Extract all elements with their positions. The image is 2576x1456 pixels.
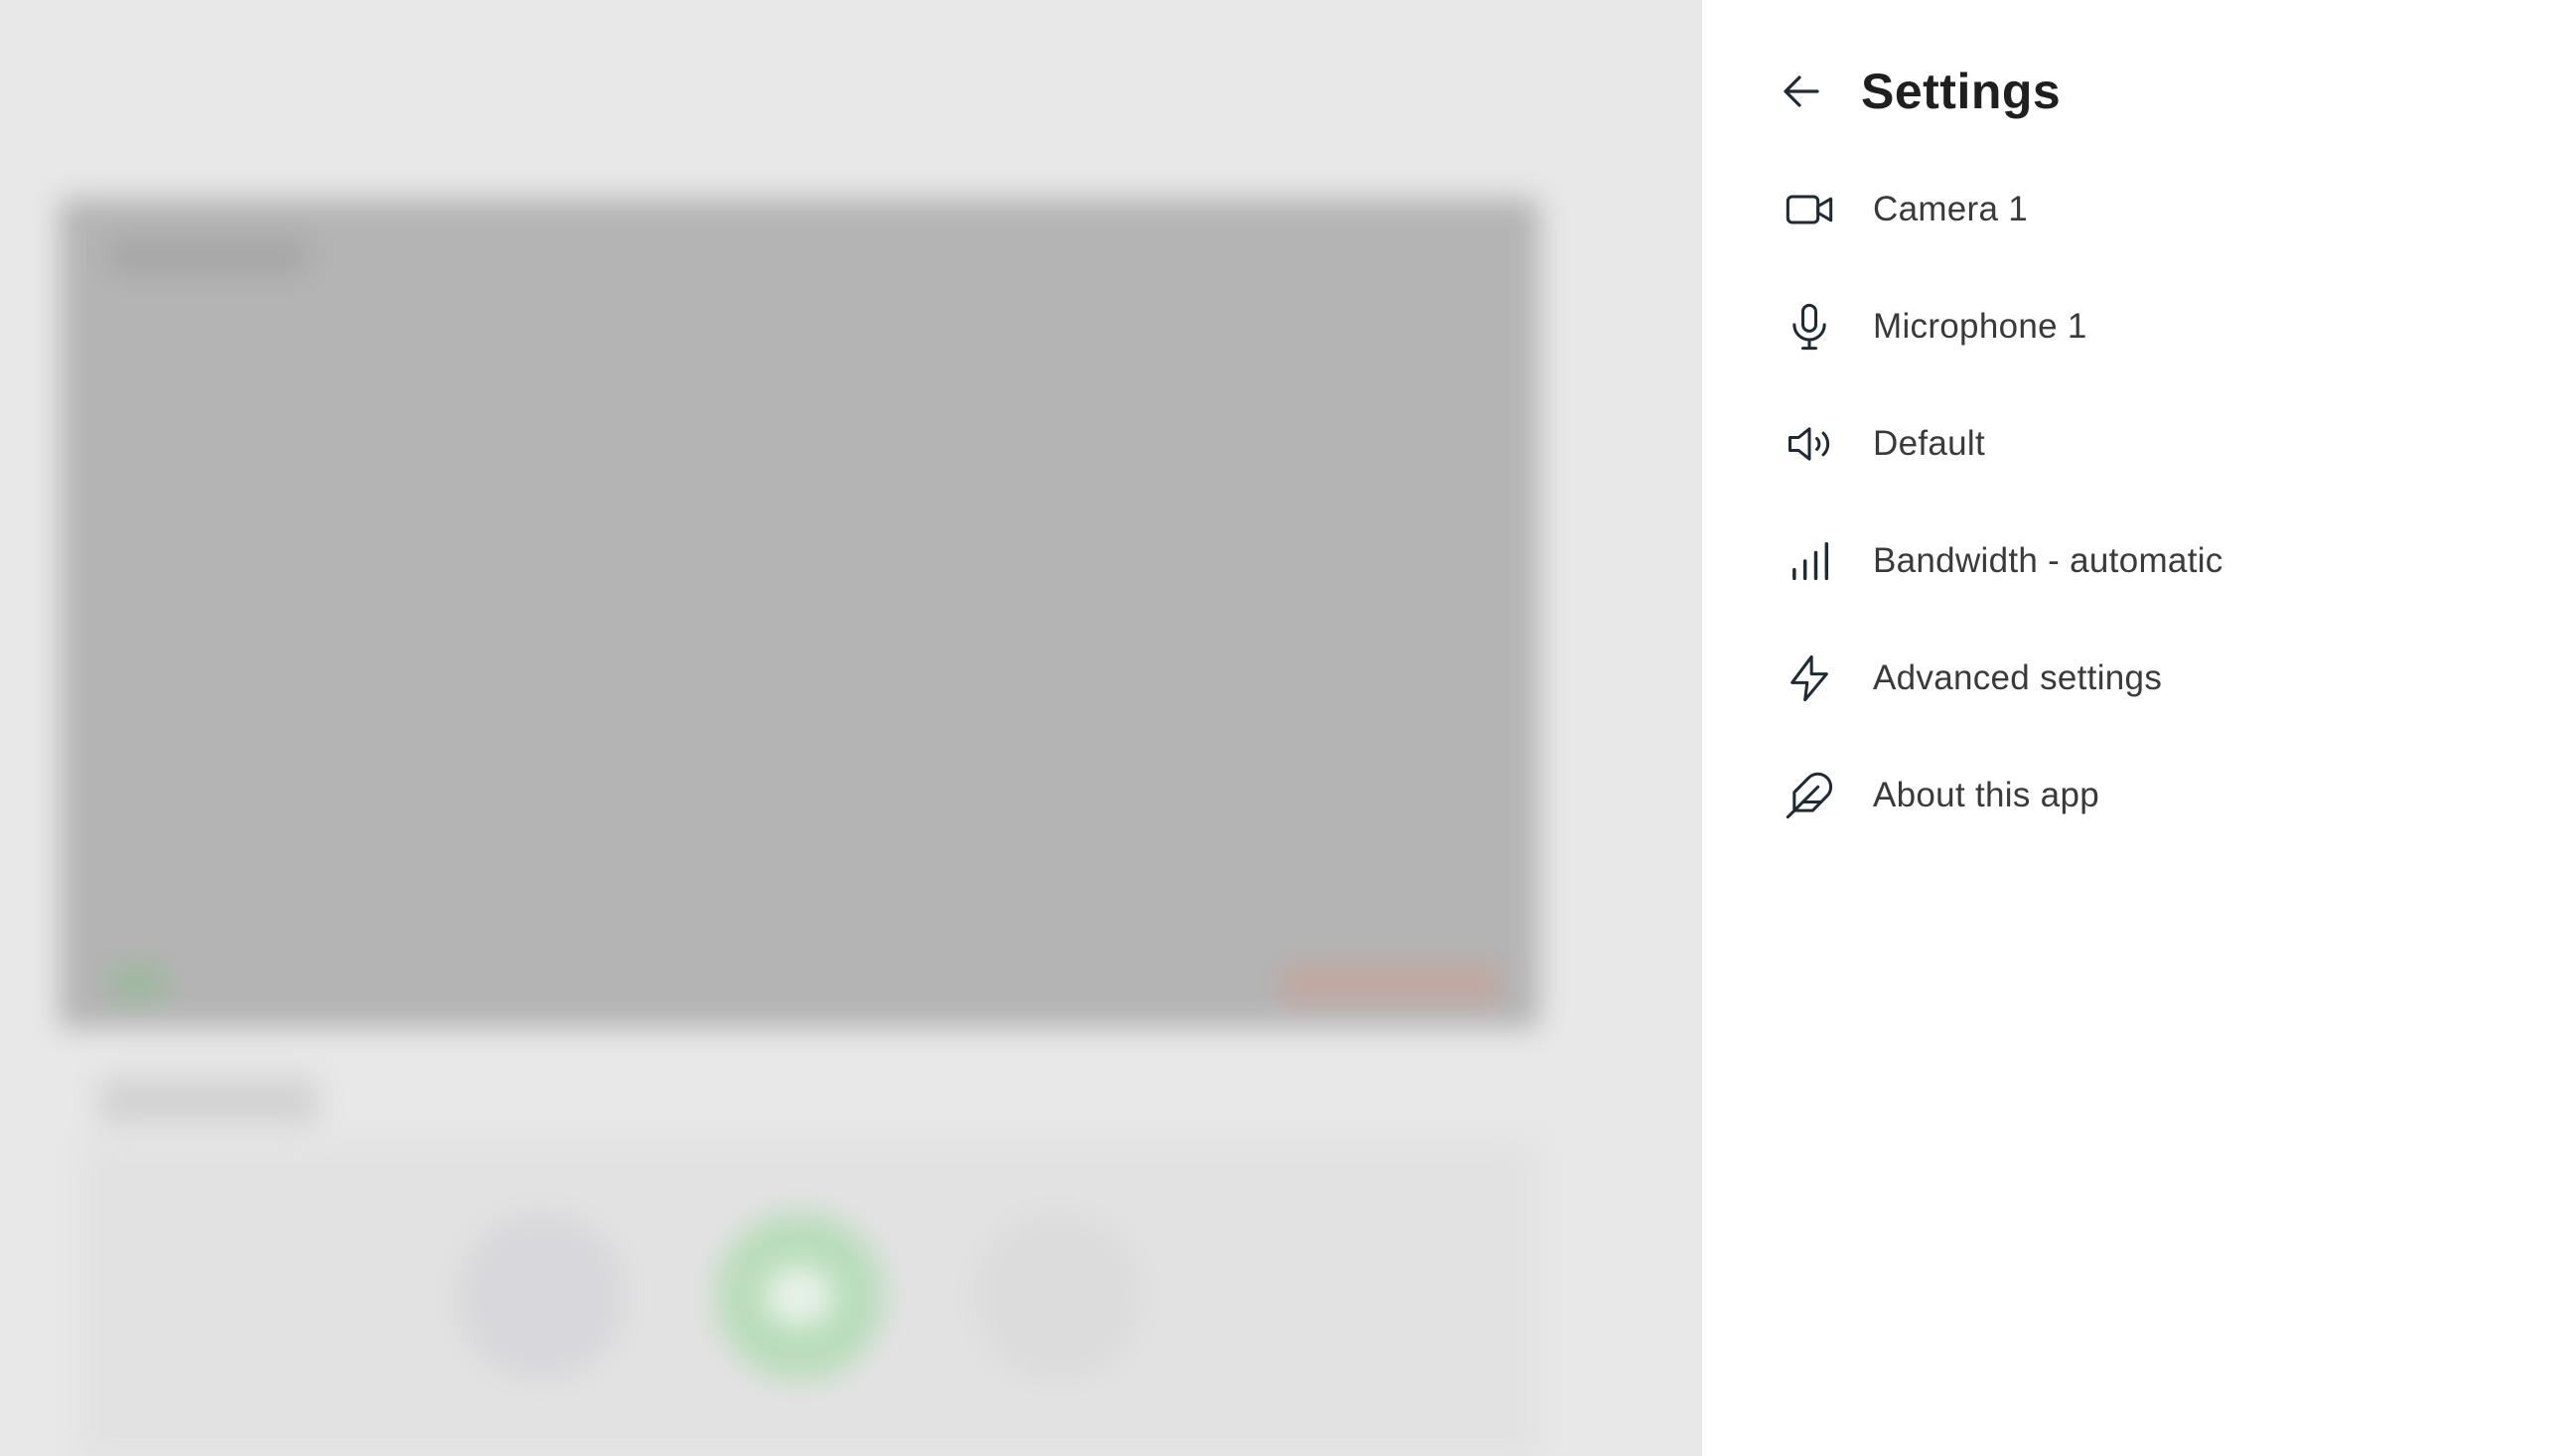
video-indicator-right (1281, 963, 1500, 1003)
settings-header: Settings (1782, 52, 2061, 131)
background-app-overlay[interactable] (0, 0, 1702, 1456)
speaker-icon (1782, 416, 1837, 472)
blurred-content (0, 0, 1702, 1456)
video-indicator-left (109, 963, 165, 1003)
signal-bars-icon (1782, 533, 1837, 589)
menu-item-label: Advanced settings (1873, 658, 2163, 697)
menu-item-label: Bandwidth - automatic (1873, 541, 2223, 580)
menu-item-advanced[interactable]: Advanced settings (1782, 620, 2536, 737)
menu-item-speaker[interactable]: Default (1782, 385, 2536, 503)
menu-item-camera[interactable]: Camera 1 (1782, 151, 2536, 268)
menu-item-label: About this app (1873, 776, 2099, 814)
menu-item-label: Microphone 1 (1873, 307, 2087, 346)
settings-title: Settings (1861, 64, 2062, 119)
settings-menu: Camera 1 Microphone 1 Default Bandwidth … (1782, 151, 2536, 854)
menu-item-bandwidth[interactable]: Bandwidth - automatic (1782, 503, 2536, 620)
arrow-left-icon (1784, 75, 1819, 107)
control-button-center-icon (765, 1266, 834, 1326)
back-button[interactable] (1772, 62, 1831, 121)
menu-item-microphone[interactable]: Microphone 1 (1782, 268, 2536, 385)
video-preview (60, 199, 1539, 1028)
lightning-icon (1782, 651, 1837, 706)
video-title-placeholder (109, 238, 308, 274)
settings-drawer: Settings Camera 1 Microphone 1 Default B… (1702, 0, 2576, 1456)
video-camera-icon (1782, 182, 1837, 237)
control-button-right (973, 1212, 1142, 1381)
menu-item-label: Camera 1 (1873, 190, 2029, 228)
panel-title-placeholder (99, 1078, 318, 1125)
feather-icon (1782, 768, 1837, 823)
menu-item-about[interactable]: About this app (1782, 737, 2536, 854)
microphone-icon (1782, 299, 1837, 355)
app-stage: Settings Camera 1 Microphone 1 Default B… (0, 0, 2576, 1456)
menu-item-label: Default (1873, 424, 1985, 463)
control-button-left (457, 1212, 626, 1381)
